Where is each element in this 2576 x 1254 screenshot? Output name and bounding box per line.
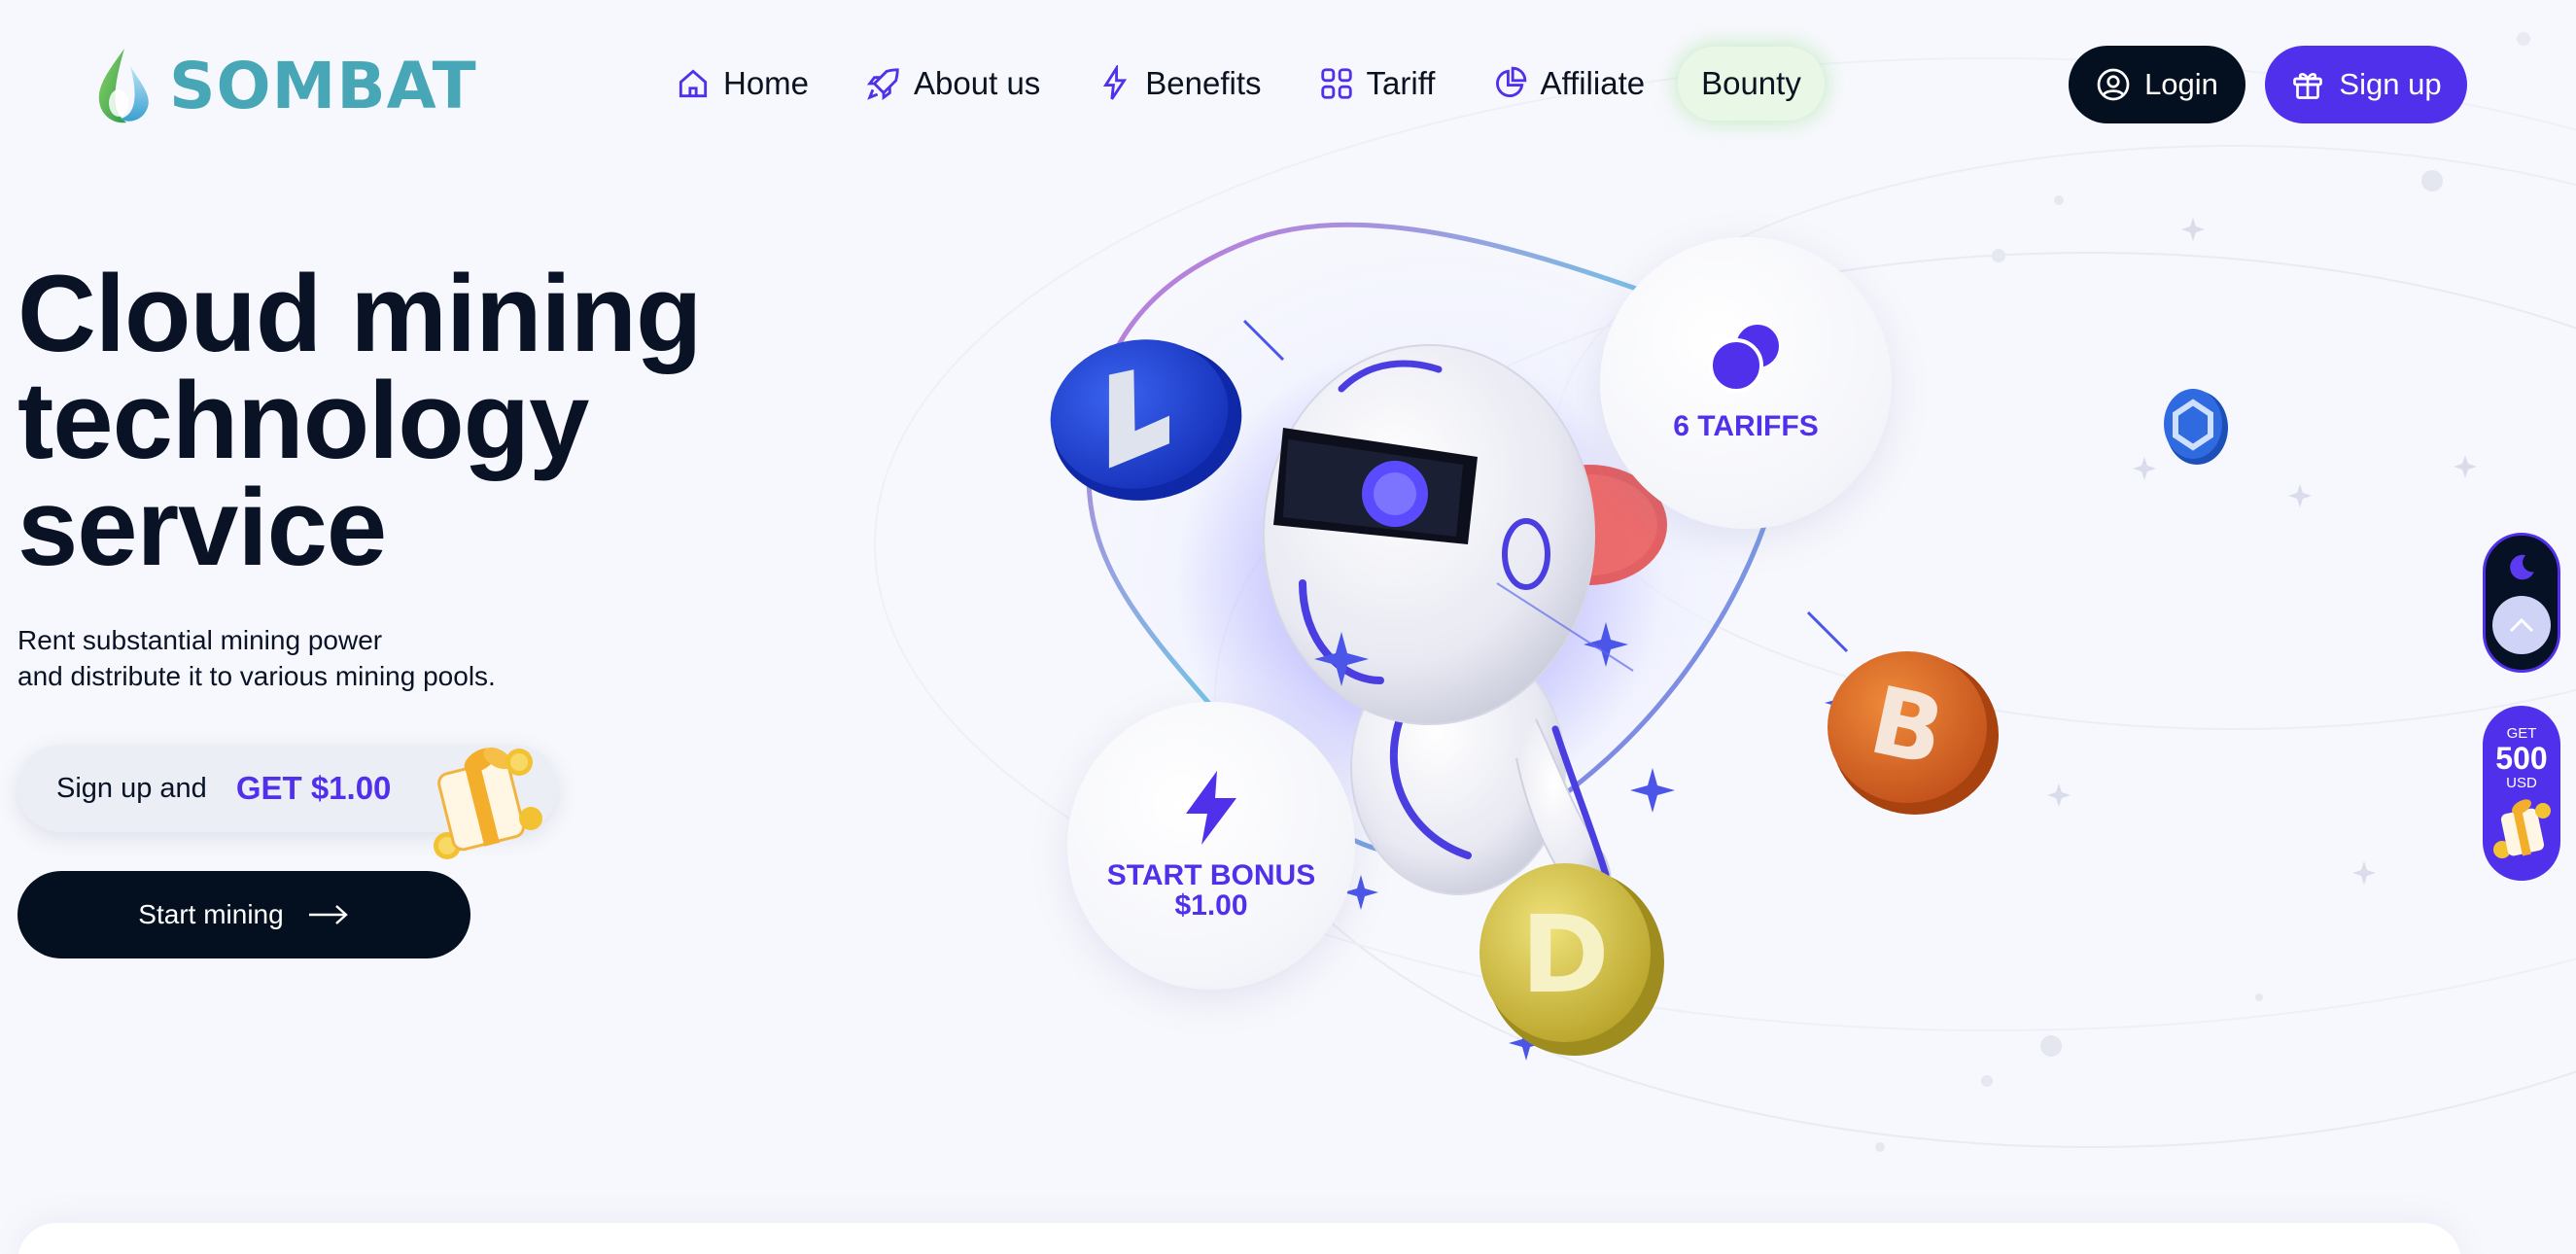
promo-amount: 500 [2495,741,2548,776]
promo-unit: USD [2506,775,2537,791]
lightning-bolt-icon [1186,771,1236,845]
pie-chart-icon [1496,66,1527,97]
grid-icon [1320,68,1352,99]
start-bonus-line-1: START BONUS [1106,859,1316,891]
nav-label-home: Home [723,65,810,101]
user-icon [2097,68,2130,101]
nav-item-bounty[interactable]: Bounty [1678,47,1825,121]
hero-title: Cloud mining technology service [17,260,853,582]
signup-button[interactable]: Sign up [2265,46,2467,123]
tariffs-bubble[interactable]: 6 TARIFFS [1600,237,1892,529]
hero-title-line-1: Cloud mining [17,253,702,374]
nav-item-about[interactable]: About us [842,47,1063,121]
nav-item-tariff[interactable]: Tariff [1295,47,1459,121]
gift-box-icon [434,747,542,859]
nav-label-tariff: Tariff [1366,65,1436,101]
side-controls [2483,533,2560,673]
home-icon [679,69,708,98]
chainlink-coin-icon [2164,389,2228,465]
bitcoin-coin: B [1828,651,1999,815]
tariffs-dots-icon [1709,325,1779,393]
tariffs-label: 6 TARIFFS [1673,410,1819,442]
promo-get: GET [2506,725,2537,742]
scroll-top-button[interactable] [2492,596,2551,654]
nav-item-home[interactable]: Home [651,47,832,121]
hero-title-line-3: service [17,467,387,588]
nav-label-affiliate: Affiliate [1540,65,1646,101]
theme-toggle-moon-icon[interactable] [2505,551,2538,584]
login-button[interactable]: Login [2069,46,2245,123]
start-mining-label: Start mining [138,899,284,929]
nav-label-benefits: Benefits [1145,65,1262,101]
chevron-up-icon [2509,617,2534,633]
start-bonus-bubble[interactable]: START BONUS $1.00 [1067,702,1355,990]
svg-text:D: D [1520,892,1609,1017]
gift-icon [2293,72,2323,99]
droplet-leaf-icon [98,49,149,123]
nav-item-benefits[interactable]: Benefits [1073,47,1284,121]
nav-label-bounty: Bounty [1701,65,1801,101]
hero-subtitle-line-2: and distribute it to various mining pool… [17,661,496,691]
promo-gift-icon [2493,799,2551,858]
content-section-panel [17,1223,2461,1254]
start-bonus-line-2: $1.00 [1174,889,1248,922]
main-nav: Home About us Benefits Tariff Affiliate … [651,47,1825,121]
brand-name: SOMBAT [169,48,477,123]
arrow-right-icon [308,905,348,924]
brand-logo[interactable]: SOMBAT [89,45,477,126]
login-label: Login [2144,67,2218,101]
bonus-prefix: Sign up and [56,772,207,804]
hero-subtitle-line-1: Rent substantial mining power [17,625,383,655]
hero-title-line-2: technology [17,360,589,481]
dogecoin-coin: D [1479,863,1664,1056]
signup-label: Sign up [2339,67,2442,101]
moon-icon [2510,554,2534,580]
start-mining-button[interactable]: Start mining [17,871,470,958]
bonus-amount: GET $1.00 [235,770,392,806]
hero-subtitle: Rent substantial mining power and distri… [17,622,496,694]
nav-label-about: About us [914,65,1041,101]
rocket-icon [866,68,899,101]
nav-item-affiliate[interactable]: Affiliate [1468,47,1668,121]
lightning-icon [1103,65,1128,100]
